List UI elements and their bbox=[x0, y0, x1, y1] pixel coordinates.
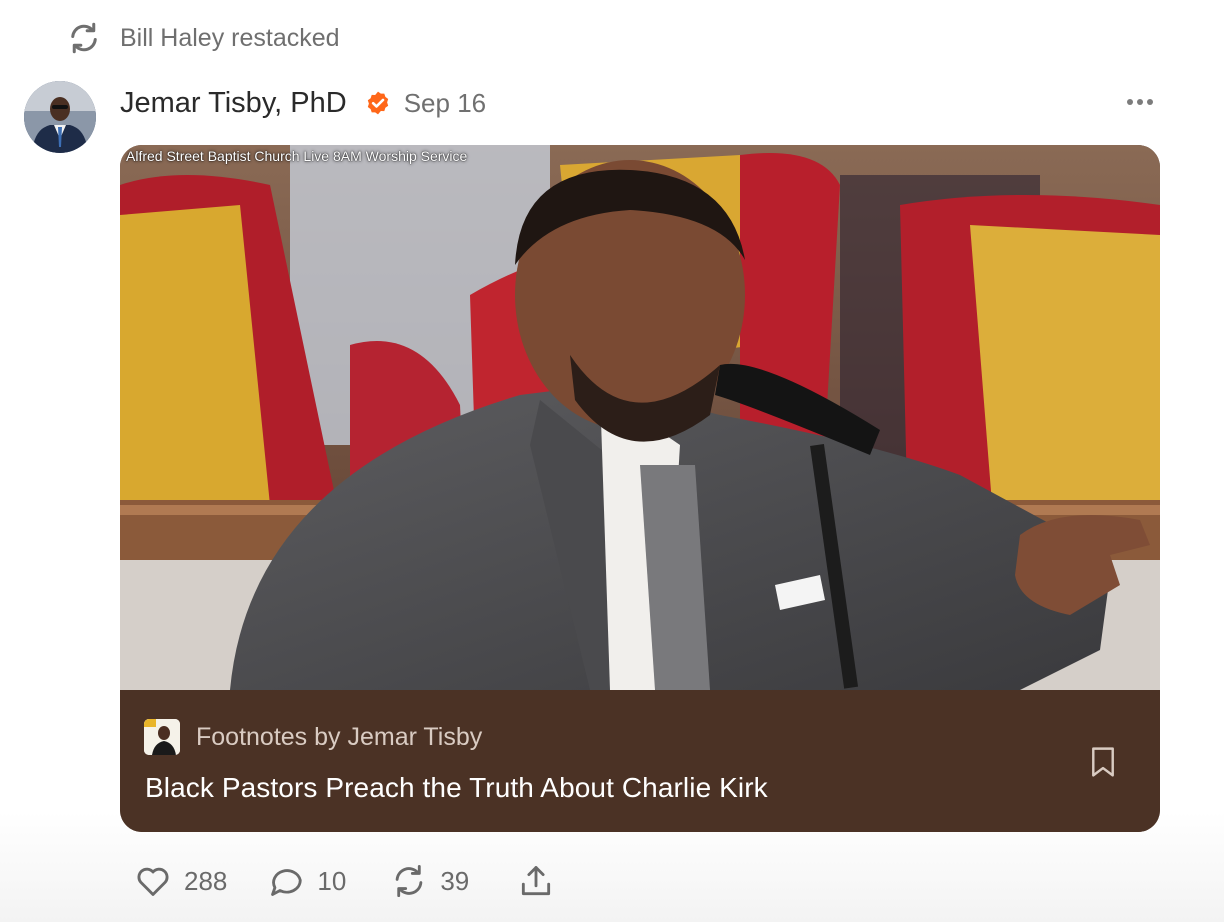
restack-icon bbox=[71, 22, 97, 54]
share-button[interactable] bbox=[517, 862, 555, 900]
card-footer[interactable]: Footnotes by Jemar Tisby Black Pastors P… bbox=[120, 690, 1160, 832]
publication-row[interactable]: Footnotes by Jemar Tisby bbox=[144, 718, 482, 756]
publication-name: Footnotes by Jemar Tisby bbox=[196, 722, 483, 751]
share-icon bbox=[522, 866, 551, 896]
heart-icon bbox=[137, 867, 169, 896]
comment-count: 10 bbox=[317, 865, 347, 896]
more-options-button[interactable] bbox=[1122, 90, 1158, 114]
post-header: Jemar Tisby, PhD Sep 16 bbox=[120, 82, 486, 124]
bookmark-icon[interactable] bbox=[1088, 745, 1118, 779]
restack-icon bbox=[396, 865, 423, 897]
post-date[interactable]: Sep 16 bbox=[404, 88, 486, 119]
author-avatar[interactable] bbox=[24, 81, 96, 153]
more-dot bbox=[1147, 99, 1153, 105]
restacked-by-row[interactable]: Bill Haley restacked bbox=[66, 18, 340, 58]
restacked-by-label: Bill Haley restacked bbox=[120, 23, 340, 52]
post-card[interactable]: Alfred Street Baptist Church Live 8AM Wo… bbox=[120, 145, 1160, 832]
publication-logo bbox=[144, 719, 180, 755]
like-button[interactable]: 288 bbox=[134, 862, 227, 900]
more-dot bbox=[1137, 99, 1143, 105]
author-avatar-image bbox=[24, 81, 96, 153]
post-title[interactable]: Black Pastors Preach the Truth About Cha… bbox=[145, 772, 768, 804]
like-count: 288 bbox=[184, 865, 228, 896]
restack-button[interactable]: 39 bbox=[390, 862, 469, 900]
video-caption: Alfred Street Baptist Church Live 8AM Wo… bbox=[126, 148, 468, 164]
verified-check-icon bbox=[367, 91, 388, 115]
more-horizontal-icon bbox=[1127, 99, 1133, 105]
comment-button[interactable]: 10 bbox=[267, 862, 346, 900]
author-name[interactable]: Jemar Tisby, PhD bbox=[120, 87, 347, 120]
post-actions: 288 10 39 bbox=[134, 858, 555, 904]
video-thumbnail[interactable] bbox=[120, 145, 1160, 690]
restack-count: 39 bbox=[440, 865, 470, 896]
comment-icon bbox=[271, 869, 303, 896]
